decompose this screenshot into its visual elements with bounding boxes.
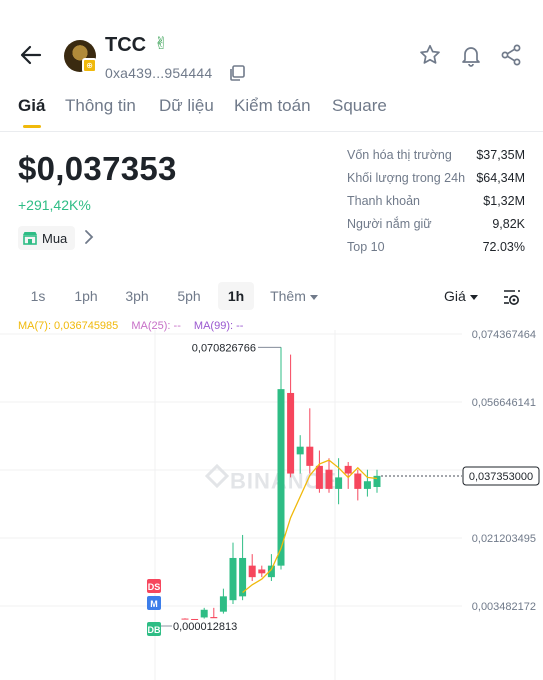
stat-label: Vốn hóa thị trường <box>347 148 452 162</box>
price-change: +291,42K% <box>18 197 91 213</box>
tab-price[interactable]: Giá <box>18 96 45 116</box>
candle-body <box>325 469 333 489</box>
chain-badge-icon: ⊕ <box>82 58 97 73</box>
candle-body <box>219 596 227 612</box>
interval-more-label: Thêm <box>270 288 306 304</box>
interval-1h[interactable]: 1h <box>218 282 254 310</box>
high-price-label: 0,070826766 <box>192 342 256 354</box>
current-price: $0,037353 <box>18 150 177 187</box>
tab-audit[interactable]: Kiểm toán <box>234 96 311 116</box>
copy-icon[interactable] <box>228 64 246 82</box>
interval-3ph[interactable]: 3ph <box>116 282 158 310</box>
stat-value: 72.03% <box>482 240 525 254</box>
stat-holders: Người nắm giữ 9,82K <box>347 217 525 240</box>
interval-bar: 1s 1ph 3ph 5ph 1h Thêm Giá <box>0 280 543 312</box>
stat-market-cap: Vốn hóa thị trường $37,35M <box>347 148 525 171</box>
chart-settings-icon[interactable] <box>502 287 522 307</box>
y-axis-tick-label: 0,003482172 <box>472 601 536 613</box>
interval-1s[interactable]: 1s <box>22 282 54 310</box>
stat-label: Thanh khoản <box>347 194 420 208</box>
bell-icon[interactable] <box>459 43 483 67</box>
interval-more[interactable]: Thêm <box>264 282 324 310</box>
candle-body <box>296 446 304 455</box>
candle-body <box>344 465 352 474</box>
interval-1ph[interactable]: 1ph <box>66 282 106 310</box>
section-tabs: Giá Thông tin Dữ liệu Kiểm toán Square <box>0 92 543 132</box>
marker-db-label: DB <box>148 625 161 635</box>
star-icon[interactable] <box>418 43 442 67</box>
candle-body <box>287 392 295 474</box>
share-icon[interactable] <box>499 43 523 67</box>
stat-value: 9,82K <box>492 217 525 231</box>
buy-label: Mua <box>42 230 68 246</box>
y-axis-tick-label: 0,074367464 <box>472 330 536 341</box>
marker-m-label: M <box>150 599 158 609</box>
candle-body <box>354 473 362 489</box>
price-type-label: Giá <box>444 288 466 304</box>
candle-body <box>191 618 199 620</box>
candle-body <box>335 477 343 489</box>
candle-body <box>248 565 256 578</box>
caret-down-icon <box>469 294 478 300</box>
tab-info[interactable]: Thông tin <box>65 96 136 116</box>
stat-value: $1,32M <box>483 194 525 208</box>
stat-label: Top 10 <box>347 240 385 254</box>
y-axis-tick-label: 0,056646141 <box>472 397 536 409</box>
candle-body <box>258 569 266 574</box>
interval-5ph[interactable]: 5ph <box>168 282 210 310</box>
active-tab-indicator <box>23 125 41 128</box>
stat-value: $37,35M <box>476 148 525 162</box>
current-price-label: 0,037353000 <box>469 471 533 483</box>
stat-value: $64,34M <box>476 171 525 185</box>
chevron-right-icon[interactable] <box>80 228 98 246</box>
y-axis-tick-label: 0,021203495 <box>472 533 536 545</box>
token-stats: Vốn hóa thị trường $37,35M Khối lượng tr… <box>347 148 525 263</box>
candle-body <box>200 609 208 618</box>
stat-label: Người nắm giữ <box>347 217 432 231</box>
stat-label: Khối lượng trong 24h <box>347 171 466 185</box>
candle-body <box>306 446 314 466</box>
stat-volume-24h: Khối lượng trong 24h $64,34M <box>347 171 525 194</box>
back-arrow-icon[interactable] <box>18 42 44 68</box>
candle-body <box>363 481 371 489</box>
tab-data[interactable]: Dữ liệu <box>159 96 214 116</box>
candle-body <box>210 617 218 619</box>
header: ⊕ TCC ✌ 0xa439...954444 <box>0 0 543 90</box>
buy-button[interactable]: Mua <box>18 226 76 250</box>
stat-top10: Top 10 72.03% <box>347 240 525 263</box>
candle-body <box>373 475 381 487</box>
low-price-label: 0,000012813 <box>173 621 237 633</box>
candle-body <box>315 465 323 489</box>
tab-square[interactable]: Square <box>332 96 387 116</box>
token-name: TCC <box>105 34 147 56</box>
candle-body <box>181 618 189 620</box>
store-icon <box>23 232 37 245</box>
price-type-selector[interactable]: Giá <box>444 282 478 310</box>
candle-body <box>229 557 237 601</box>
price-chart[interactable]: BINANCE0,0743674640,0566461410,038924818… <box>0 330 543 680</box>
marker-ds-label: DS <box>148 582 161 592</box>
caret-down-icon <box>309 294 318 300</box>
watermark-logo-icon <box>204 463 230 489</box>
contract-address: 0xa439...954444 <box>105 65 213 81</box>
stat-liquidity: Thanh khoản $1,32M <box>347 194 525 217</box>
hand-icon: ✌ <box>154 34 169 53</box>
